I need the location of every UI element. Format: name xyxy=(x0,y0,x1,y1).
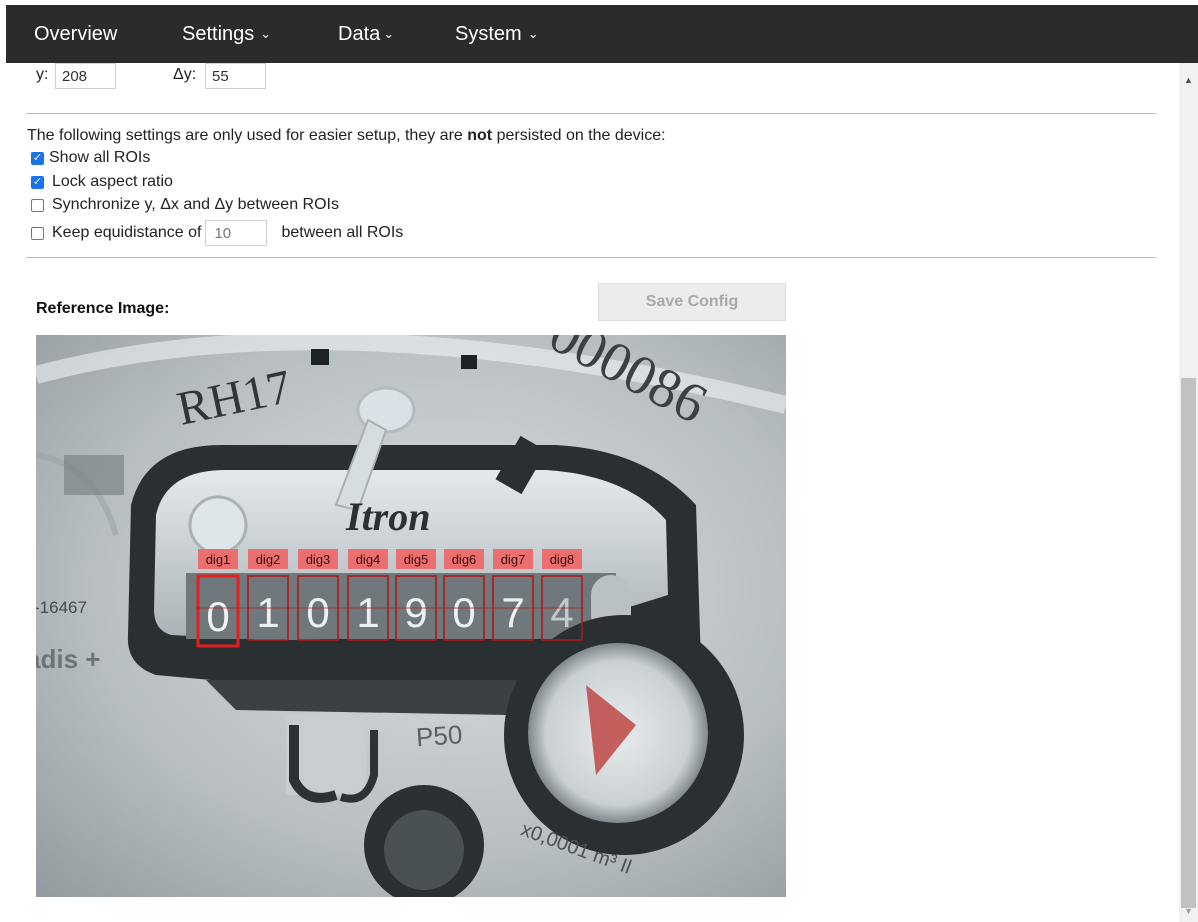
vertical-scrollbar[interactable]: ▲ ▼ xyxy=(1179,63,1198,922)
show-all-rois-checkbox[interactable]: ✓ xyxy=(31,151,44,165)
lock-aspect-option[interactable]: ✓ Lock aspect ratio xyxy=(31,171,173,193)
y-label: y: xyxy=(36,66,49,83)
nav-settings-label: Settings xyxy=(182,23,255,45)
register-digit: 4 xyxy=(550,589,573,636)
roi-label-dig4: dig4 xyxy=(356,552,381,567)
notice-text: The following settings are only used for… xyxy=(27,127,468,144)
nav-data[interactable]: Data ⌄ xyxy=(338,5,394,63)
nav-system-label: System xyxy=(455,23,522,45)
roi-label-dig8: dig8 xyxy=(550,552,575,567)
notice-text-end: persisted on the device: xyxy=(492,127,666,144)
nav-overview[interactable]: Overview xyxy=(34,5,117,63)
lock-aspect-checkbox[interactable]: ✓ xyxy=(31,175,44,189)
reference-image[interactable]: RH17 000086 Itron -16467 adis + P50 x0,0… xyxy=(36,335,786,897)
divider xyxy=(26,113,1156,114)
scroll-up-arrow-icon[interactable]: ▲ xyxy=(1179,71,1198,89)
roi-label-dig5: dig5 xyxy=(404,552,429,567)
equidistance-input[interactable] xyxy=(205,220,268,246)
meter-text-left: -16467 xyxy=(36,598,87,617)
dy-input[interactable] xyxy=(205,63,266,89)
sync-checkbox[interactable] xyxy=(31,198,44,212)
equidistance-option: Keep equidistance of between all ROIs xyxy=(31,220,403,246)
roi-label-dig3: dig3 xyxy=(306,552,331,567)
register-digit: 0 xyxy=(452,589,475,636)
register-digit: 9 xyxy=(404,589,427,636)
setup-notice: The following settings are only used for… xyxy=(27,127,666,145)
brand-logo: Itron xyxy=(345,494,431,539)
divider xyxy=(26,257,1156,258)
register-digit: 7 xyxy=(501,589,524,636)
register-digit: 0 xyxy=(206,593,229,640)
show-all-rois-option[interactable]: ✓ Show all ROIs xyxy=(31,147,150,169)
sync-label: Synchronize y, Δx and Δy between ROIs xyxy=(52,196,339,213)
equidistance-checkbox[interactable] xyxy=(31,226,44,240)
notice-emphasis: not xyxy=(467,127,493,144)
meter-text-left2: adis + xyxy=(36,644,100,674)
roi-label-dig7: dig7 xyxy=(501,552,526,567)
save-config-button[interactable]: Save Config xyxy=(598,283,786,321)
register-digit: 0 xyxy=(306,589,329,636)
reference-heading: Reference Image: xyxy=(36,300,170,317)
roi-label-dig6: dig6 xyxy=(452,552,477,567)
roi-label-dig2: dig2 xyxy=(256,552,281,567)
nav-overview-label: Overview xyxy=(34,23,118,45)
scroll-thumb[interactable] xyxy=(1181,378,1196,908)
nav-system[interactable]: System ⌄ xyxy=(455,5,539,63)
meter-text-p50: P50 xyxy=(415,719,463,752)
register-digit: 1 xyxy=(356,589,379,636)
chevron-down-icon: ⌄ xyxy=(260,26,272,41)
nav-data-label: Data xyxy=(338,23,381,45)
top-nav: Overview Settings ⌄ Data ⌄ System ⌄ xyxy=(6,5,1198,63)
sync-option[interactable]: Synchronize y, Δx and Δy between ROIs xyxy=(31,194,339,216)
scroll-down-arrow-icon[interactable]: ▼ xyxy=(1179,902,1198,920)
show-all-rois-label: Show all ROIs xyxy=(49,149,151,166)
chevron-down-icon: ⌄ xyxy=(383,26,395,41)
lock-aspect-label: Lock aspect ratio xyxy=(52,173,173,190)
equidistance-label: Keep equidistance of xyxy=(52,224,202,241)
equidistance-suffix: between all ROIs xyxy=(281,224,404,241)
y-input[interactable] xyxy=(55,63,116,89)
register-digit: 1 xyxy=(256,589,279,636)
roi-label-dig1: dig1 xyxy=(206,552,231,567)
nav-settings[interactable]: Settings ⌄ xyxy=(182,5,271,63)
chevron-down-icon: ⌄ xyxy=(527,26,539,41)
dy-label: Δy: xyxy=(173,66,197,83)
